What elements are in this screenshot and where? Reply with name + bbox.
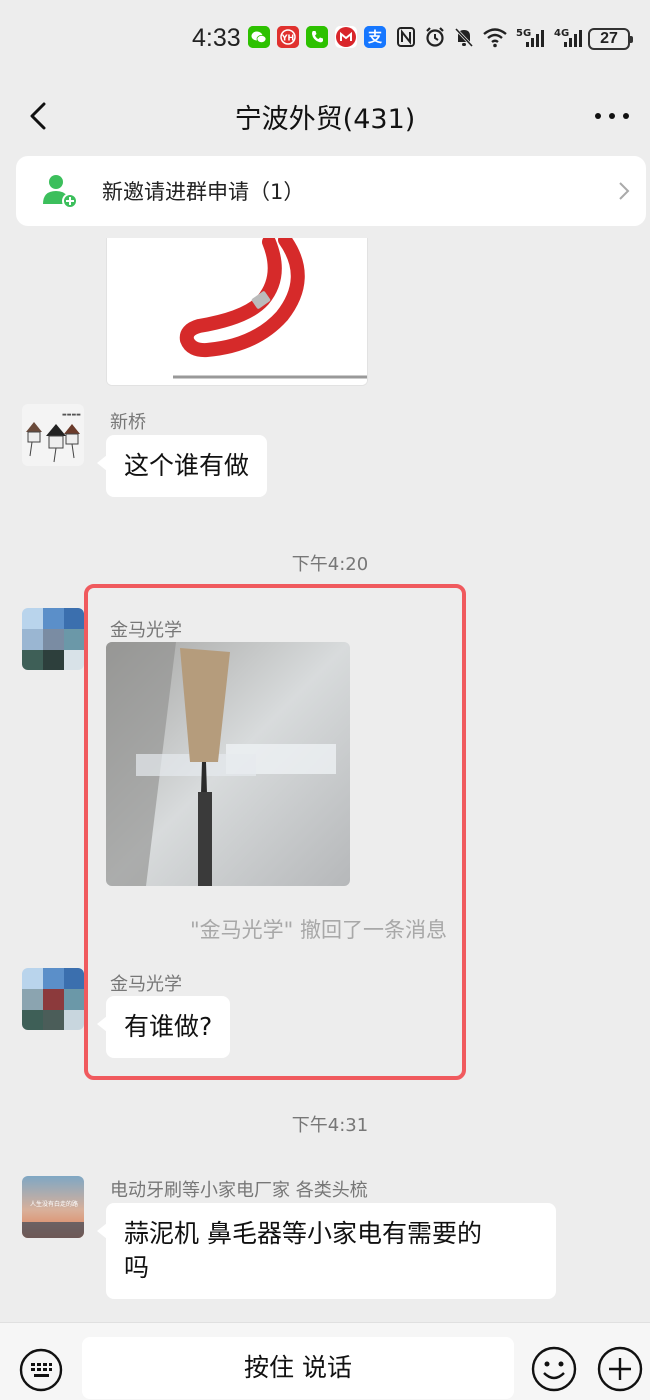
nfc-icon (396, 26, 416, 48)
phone-app-icon (306, 26, 328, 48)
signal-5g-icon: 5G (516, 26, 546, 48)
wechat-icon (248, 26, 270, 48)
avatar-jinma[interactable] (22, 968, 84, 1030)
more-options-icon[interactable] (592, 104, 632, 128)
add-member-icon (43, 175, 78, 209)
avatar-jinma[interactable] (22, 608, 84, 670)
wifi-icon (482, 26, 508, 48)
message-bubble[interactable]: 蒜泥机 鼻毛器等小家电有需要的 吗 (97, 1203, 556, 1299)
signal-4g-icon: 4G (554, 26, 584, 48)
sender-name: 电动牙刷等小家电厂家 各类头梳 (110, 1180, 368, 1201)
message-line: 蒜泥机 鼻毛器等小家电有需要的 (124, 1219, 482, 1248)
svg-text:支: 支 (367, 29, 383, 46)
invite-notice-text: 新邀请进群申请（1） (102, 180, 305, 204)
chat-title: 宁波外贸(431) (234, 104, 416, 135)
cmb-bank-icon (335, 26, 357, 48)
message-line: 吗 (124, 1253, 150, 1282)
yh-app-icon: YH (277, 26, 299, 48)
alipay-icon: 支 (364, 26, 386, 48)
emoji-icon[interactable] (530, 1345, 578, 1393)
sender-name: 金马光学 (110, 620, 182, 641)
svg-text:4G: 4G (554, 28, 569, 39)
timestamp-divider: 下午4:20 (291, 554, 369, 575)
svg-text:5G: 5G (516, 28, 531, 39)
chevron-right-icon (619, 182, 630, 200)
mute-bell-icon (454, 26, 474, 48)
chat-header: 宁波外贸(431) (0, 80, 650, 152)
battery-indicator: 27 (588, 28, 633, 50)
avatar-xinqiao[interactable]: ▬▬▬▬ (22, 404, 84, 466)
image-message-photo[interactable] (106, 642, 350, 886)
notification-icons: YH 支 (248, 26, 386, 48)
status-time: 4:33 (192, 24, 241, 52)
message-bubble[interactable]: 有谁做? (96, 996, 231, 1058)
group-invite-notice[interactable]: 新邀请进群申请（1） (16, 156, 646, 226)
svg-text:▬▬▬▬: ▬▬▬▬ (62, 412, 81, 418)
image-message-cable[interactable] (106, 238, 368, 386)
svg-text:人生没有白走的路: 人生没有白走的路 (30, 1200, 78, 1208)
fixture-photo (106, 642, 350, 886)
alarm-icon (424, 26, 446, 48)
sender-name: 金马光学 (110, 974, 182, 995)
status-bar: 4:33 YH 支 5G 4G 27 (0, 0, 650, 78)
system-icons: 5G 4G (396, 26, 584, 48)
timestamp-divider: 下午4:31 (291, 1115, 369, 1136)
sender-name: 新桥 (110, 412, 146, 433)
keyboard-icon[interactable] (18, 1347, 64, 1393)
message-bubble[interactable]: 这个谁有做 (96, 435, 268, 497)
red-cable-image (107, 238, 367, 385)
plus-icon[interactable] (596, 1345, 644, 1393)
hold-to-talk-button[interactable]: 按住 说话 (82, 1337, 514, 1399)
avatar-appliance-vendor[interactable]: 人生没有白走的路 (22, 1176, 84, 1238)
input-bar: 按住 说话 (0, 1322, 650, 1400)
recall-notice: "金马光学" 撤回了一条消息 (190, 918, 447, 942)
svg-text:YH: YH (281, 34, 295, 43)
